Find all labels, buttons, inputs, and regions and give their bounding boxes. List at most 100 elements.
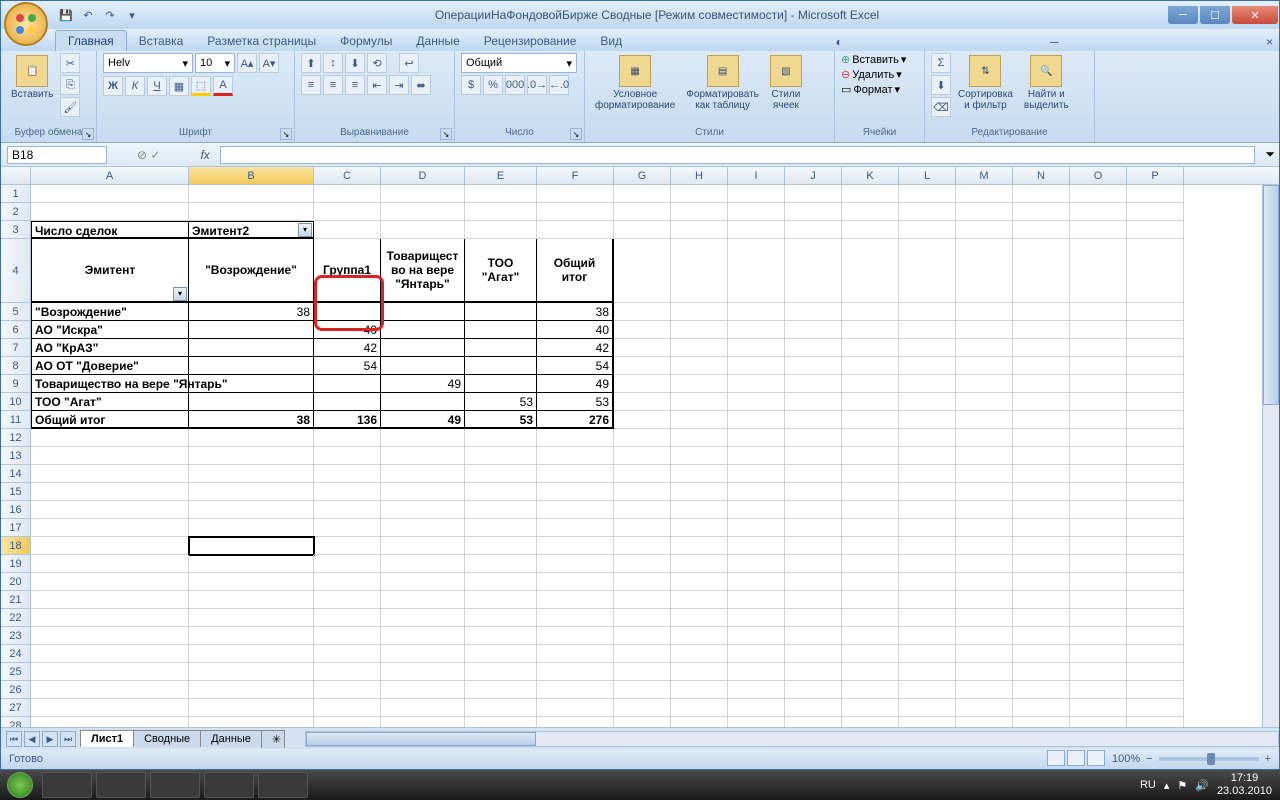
cell[interactable]	[189, 185, 314, 203]
cell[interactable]	[381, 627, 465, 645]
vertical-scrollbar[interactable]	[1262, 185, 1279, 727]
cell[interactable]	[671, 645, 728, 663]
align-top-icon[interactable]: ⬆	[301, 53, 321, 73]
cell[interactable]	[728, 609, 785, 627]
cell[interactable]	[537, 483, 614, 501]
cell[interactable]	[465, 555, 537, 573]
cell[interactable]	[842, 483, 899, 501]
cell[interactable]	[728, 411, 785, 429]
cell[interactable]	[314, 393, 381, 411]
cell[interactable]	[1127, 239, 1184, 303]
cell[interactable]	[189, 501, 314, 519]
cell[interactable]	[314, 375, 381, 393]
cell[interactable]	[1070, 573, 1127, 591]
cell[interactable]	[465, 537, 537, 555]
sort-filter-button[interactable]: ⇅Сортировка и фильтр	[954, 53, 1017, 113]
cell[interactable]	[314, 555, 381, 573]
cell[interactable]	[614, 339, 671, 357]
cell[interactable]	[956, 555, 1013, 573]
cell[interactable]	[31, 699, 189, 717]
col-header-E[interactable]: E	[465, 167, 537, 184]
cell[interactable]	[671, 591, 728, 609]
cell[interactable]	[899, 239, 956, 303]
col-header-B[interactable]: B	[189, 167, 314, 184]
row-header[interactable]: 28	[1, 717, 31, 727]
cell[interactable]	[1127, 645, 1184, 663]
cell[interactable]	[785, 627, 842, 645]
cell[interactable]	[381, 429, 465, 447]
cell[interactable]	[31, 717, 189, 727]
cell[interactable]: 276	[537, 411, 614, 429]
cell[interactable]	[956, 303, 1013, 321]
cell[interactable]	[956, 447, 1013, 465]
border-icon[interactable]: ▦	[169, 76, 189, 96]
cell[interactable]	[899, 321, 956, 339]
cell[interactable]	[31, 447, 189, 465]
cell[interactable]: 49	[381, 375, 465, 393]
cell[interactable]	[785, 321, 842, 339]
col-header-G[interactable]: G	[614, 167, 671, 184]
col-header-N[interactable]: N	[1013, 167, 1070, 184]
cell[interactable]	[899, 303, 956, 321]
cell[interactable]	[899, 483, 956, 501]
cell[interactable]: Эмитент	[31, 239, 189, 303]
cell[interactable]	[785, 699, 842, 717]
cell[interactable]	[537, 221, 614, 239]
qat-redo-icon[interactable]: ↷	[101, 6, 119, 24]
cell[interactable]: АО ОТ "Доверие"	[31, 357, 189, 375]
col-header-J[interactable]: J	[785, 167, 842, 184]
cell[interactable]	[465, 573, 537, 591]
cell[interactable]	[314, 573, 381, 591]
cell[interactable]: 49	[381, 411, 465, 429]
grow-font-icon[interactable]: A▴	[237, 53, 257, 73]
cell[interactable]	[314, 537, 381, 555]
cell[interactable]	[381, 555, 465, 573]
cell[interactable]	[614, 239, 671, 303]
cell[interactable]	[899, 221, 956, 239]
cell[interactable]	[1070, 627, 1127, 645]
cell[interactable]	[785, 411, 842, 429]
col-header-K[interactable]: K	[842, 167, 899, 184]
cell[interactable]	[728, 681, 785, 699]
cell[interactable]	[614, 303, 671, 321]
shrink-font-icon[interactable]: A▾	[259, 53, 279, 73]
cell[interactable]	[728, 429, 785, 447]
row-header[interactable]: 18	[1, 537, 31, 555]
cell[interactable]	[956, 411, 1013, 429]
row-header[interactable]: 3	[1, 221, 31, 239]
cell[interactable]	[465, 699, 537, 717]
cell[interactable]	[671, 663, 728, 681]
cell[interactable]	[1070, 393, 1127, 411]
cell[interactable]	[671, 465, 728, 483]
cell[interactable]	[465, 221, 537, 239]
cell[interactable]	[1013, 663, 1070, 681]
cell[interactable]	[1013, 501, 1070, 519]
cell[interactable]	[31, 501, 189, 519]
cell[interactable]	[381, 663, 465, 681]
cell[interactable]: 54	[537, 357, 614, 375]
cell[interactable]	[1070, 609, 1127, 627]
cell[interactable]	[899, 591, 956, 609]
cell[interactable]	[189, 645, 314, 663]
cell[interactable]: АО "КрАЗ"	[31, 339, 189, 357]
cell[interactable]	[1013, 203, 1070, 221]
cell[interactable]	[189, 627, 314, 645]
close-button[interactable]: ✕	[1232, 6, 1278, 24]
cell[interactable]	[785, 239, 842, 303]
worksheet-grid[interactable]: 123Число сделокЭмитент24Эмитент"Возрожде…	[1, 185, 1279, 727]
cell[interactable]	[1070, 555, 1127, 573]
cell[interactable]	[314, 185, 381, 203]
cell[interactable]	[189, 699, 314, 717]
cell[interactable]	[31, 627, 189, 645]
cell[interactable]	[465, 465, 537, 483]
cell[interactable]: 38	[537, 303, 614, 321]
cell[interactable]	[671, 221, 728, 239]
cell[interactable]	[1070, 699, 1127, 717]
cell[interactable]	[537, 203, 614, 221]
cell[interactable]	[956, 357, 1013, 375]
maximize-button[interactable]: ☐	[1200, 6, 1230, 24]
comma-icon[interactable]: 000	[505, 75, 525, 95]
cell[interactable]	[381, 321, 465, 339]
cell[interactable]	[728, 203, 785, 221]
cell[interactable]	[899, 555, 956, 573]
